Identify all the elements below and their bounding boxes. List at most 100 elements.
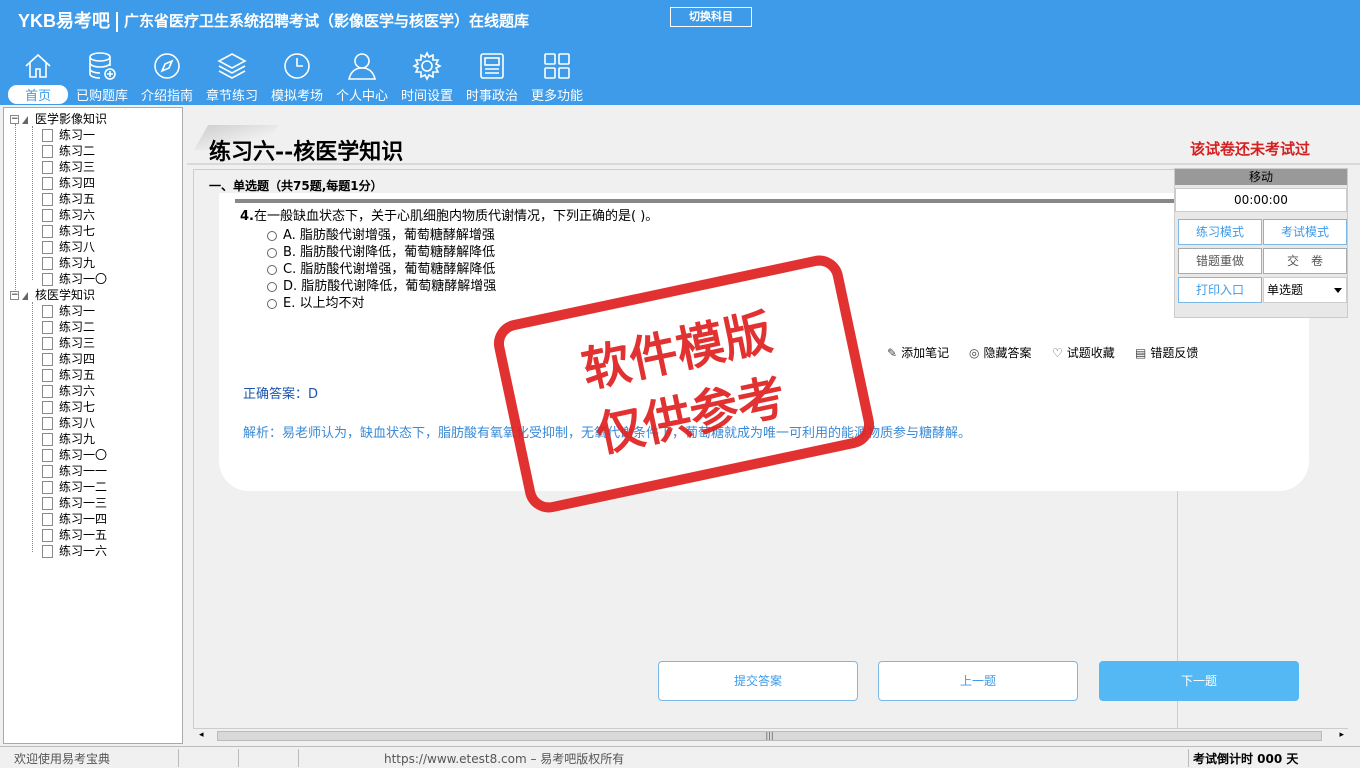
nav-mock-exam[interactable]: 模拟考场 [265,48,329,104]
tree-item[interactable]: 练习八 [42,415,95,431]
document-icon [42,161,53,174]
nav-personal[interactable]: 个人中心 [330,48,394,104]
submit-answer-button[interactable]: 提交答案 [658,661,858,701]
radio-button[interactable] [267,281,277,292]
document-icon [42,545,53,558]
nav-home[interactable]: 首页 [6,48,70,104]
nav-label: 个人中心 [335,89,388,104]
document-icon [42,337,53,350]
tree-group-nuclear[interactable]: − 核医学知识 [10,287,95,303]
tree-item[interactable]: 练习一六 [42,543,107,559]
previous-question-button[interactable]: 上一题 [878,661,1078,701]
tree-group-imaging[interactable]: − 医学影像知识 [10,111,107,127]
tree-item[interactable]: 练习三 [42,159,95,175]
nav-purchased[interactable]: 已购题库 [70,48,134,104]
paper-title: 练习六--核医学知识 [209,139,404,165]
welcome-text: 欢迎使用易考宝典 [14,752,111,766]
document-icon [42,209,53,222]
chapter-tree: − 医学影像知识 练习一 练习二 练习三 练习四 练习五 练习六 练习七 练习八 练习九 练习一〇 … [3,107,183,744]
exam-mode-button[interactable]: 考试模式 [1263,219,1347,245]
switch-subject-button[interactable]: 切换科目 [670,7,752,27]
tree-item-label: 练习二 [59,144,96,158]
correct-answer: 正确答案：D [243,387,319,402]
tree-item[interactable]: 练习九 [42,431,95,447]
tree-item[interactable]: 练习五 [42,191,95,207]
home-icon [25,53,51,78]
move-handle[interactable]: 移动 [1175,169,1347,185]
tree-item-label: 练习一二 [59,480,108,494]
tree-item[interactable]: 练习四 [42,175,95,191]
exam-control-panel: 移动 00:00:00 练习模式 考试模式 错题重做 交 卷 打印入口 单选题 [1174,168,1348,318]
tree-item-label: 练习九 [59,256,96,270]
horizontal-scrollbar[interactable]: ◂ ||| ▸ [193,728,1348,742]
user-icon [347,53,377,80]
hand-in-button[interactable]: 交 卷 [1263,248,1347,274]
document-icon [42,417,53,430]
tree-item[interactable]: 练习三 [42,335,95,351]
tree-item-label: 练习五 [59,192,96,206]
nav-label: 介绍指南 [140,89,193,104]
radio-button[interactable] [267,230,277,241]
favorite-button[interactable]: ♡ 试题收藏 [1052,344,1115,361]
nav-current-affairs[interactable]: 时事政治 [460,48,524,104]
print-button[interactable]: 打印入口 [1178,277,1262,303]
document-icon [42,241,53,254]
scrollbar-thumb[interactable]: ||| [217,731,1322,741]
clock-icon [284,53,310,79]
nav-guide[interactable]: 介绍指南 [135,48,199,104]
tree-item[interactable]: 练习九 [42,255,95,271]
status-bar: 欢迎使用易考宝典 https://www.etest8.com – 易考吧版权所… [0,746,1360,768]
radio-button[interactable] [267,298,277,309]
heart-icon: ♡ [1052,346,1063,360]
tree-item[interactable]: 练习六 [42,383,95,399]
tree-item-label: 练习一 [59,128,96,142]
nav-chapter[interactable]: 章节练习 [200,48,264,104]
tree-item[interactable]: 练习一三 [42,495,107,511]
radio-button[interactable] [267,247,277,258]
tree-item[interactable]: 练习五 [42,367,95,383]
add-note-button[interactable]: ✎ 添加笔记 [887,344,949,361]
tree-item[interactable]: 练习七 [42,399,95,415]
tree-item[interactable]: 练习二 [42,143,95,159]
option-e[interactable]: E. 以上均不对 [267,292,364,311]
radio-button[interactable] [267,264,277,275]
scroll-right-icon[interactable]: ▸ [1339,730,1344,740]
tree-item[interactable]: 练习一 [42,127,95,143]
database-icon [89,52,116,80]
folder-icon [22,115,28,124]
tree-item[interactable]: 练习一二 [42,479,107,495]
tree-item[interactable]: 练习七 [42,223,95,239]
document-icon [42,305,53,318]
tree-item[interactable]: 练习二 [42,319,95,335]
grid-icon [544,53,570,79]
layers-icon [217,53,247,79]
question-type-select[interactable]: 单选题 [1263,277,1347,303]
app-title: 广东省医疗卫生系统招聘考试（影像医学与核医学）在线题库 [124,12,530,30]
news-icon [480,53,504,79]
document-icon [42,353,53,366]
next-question-button[interactable]: 下一题 [1099,661,1299,701]
tree-item-label: 练习七 [59,400,96,414]
tree-item[interactable]: 练习一五 [42,527,107,543]
redo-wrong-button[interactable]: 错题重做 [1178,248,1262,274]
tree-item[interactable]: 练习一〇 [42,447,107,463]
document-icon [42,401,53,414]
tree-item[interactable]: 练习一四 [42,511,107,527]
tree-item-label: 练习四 [59,352,96,366]
feedback-button[interactable]: ▤ 错题反馈 [1135,344,1198,361]
nav-more[interactable]: 更多功能 [525,48,589,104]
nav-time-settings[interactable]: 时间设置 [395,48,459,104]
nav-label: 模拟考场 [270,89,323,104]
practice-mode-button[interactable]: 练习模式 [1178,219,1262,245]
collapse-icon[interactable]: − [10,291,19,300]
report-icon: ▤ [1135,346,1147,360]
tree-item[interactable]: 练习一〇 [42,271,107,287]
tree-item[interactable]: 练习一一 [42,463,107,479]
tree-item[interactable]: 练习八 [42,239,95,255]
collapse-icon[interactable]: − [10,115,19,124]
scroll-left-icon[interactable]: ◂ [199,730,204,740]
tree-item[interactable]: 练习六 [42,207,95,223]
tree-item[interactable]: 练习四 [42,351,95,367]
hide-answer-button[interactable]: ◎ 隐藏答案 [969,344,1032,361]
tree-item[interactable]: 练习一 [42,303,95,319]
